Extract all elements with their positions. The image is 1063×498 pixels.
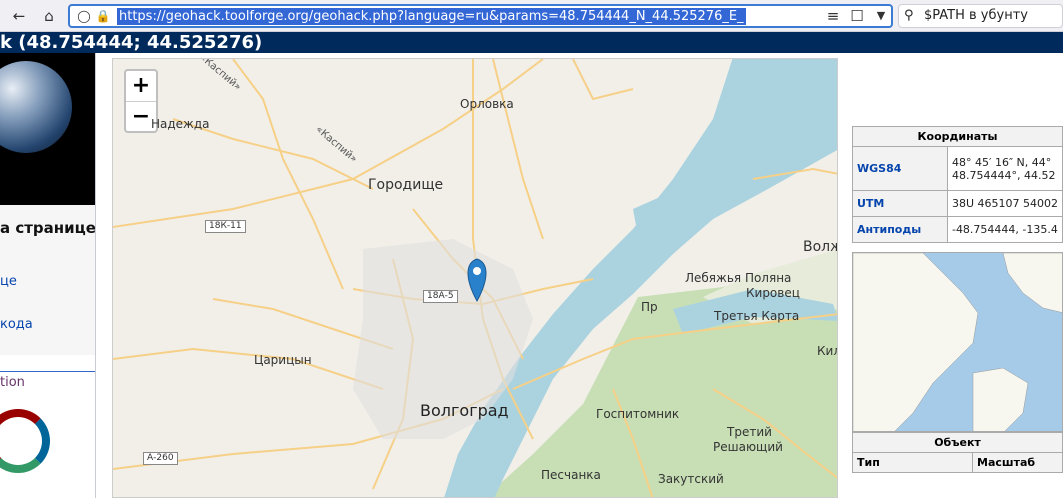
sidebar-link-3[interactable]: tion [0, 375, 25, 390]
divider [0, 371, 95, 372]
coordinates-table: Координаты WGS84 48° 45′ 16″ N, 44° 48.7… [852, 126, 1063, 243]
utm-value: 38U 465107 54002 [946, 190, 1063, 217]
world-map-image [852, 252, 1063, 432]
map-label-tretya-karta: Третья Карта [714, 309, 800, 323]
object-scale-header: Масштаб [972, 452, 1063, 473]
map-label-lebyazhya: Лебяжья Поляна [685, 271, 792, 285]
object-type-header: Тип [852, 452, 973, 473]
url-bar[interactable]: ◯ 🔒 https://geohack.toolforge.org/geohac… [68, 4, 893, 28]
wgs84-decimal: 48.754444°, 44.52 [951, 168, 1056, 182]
map-label-tsaritsyn: Царицын [254, 353, 312, 367]
search-box[interactable]: ⚲ $PATH в убунту [898, 4, 1063, 28]
sidebar-heading: а странице [0, 219, 96, 237]
search-text: $PATH в убунту [924, 8, 1028, 23]
shield-icon[interactable]: ◯ [75, 7, 93, 25]
map-label-gorodishche: Городище [368, 177, 444, 193]
object-table: Объект Тип Масштаб [852, 432, 1063, 473]
map-label-peschanka: Песчанка [541, 468, 601, 482]
coordinates-header: Координаты [852, 126, 1063, 147]
wgs84-value: 48° 45′ 16″ N, 44° 48.754444°, 44.52 [946, 146, 1063, 191]
home-icon[interactable]: ⌂ [40, 7, 58, 25]
map-label-gospitomnik: Госпитомник [596, 407, 680, 421]
map-label-reshayushchiy: Решающий [713, 440, 783, 454]
reader-icon[interactable]: ≡ [824, 7, 842, 25]
map-label-orlovka: Орловка [460, 97, 514, 111]
map-label-nadezhda: Надежда [151, 117, 210, 131]
wgs84-label[interactable]: WGS84 [852, 146, 948, 191]
url-text[interactable]: https://geohack.toolforge.org/geohack.ph… [117, 8, 746, 25]
road-shield-2: 18А-5 [423, 290, 458, 303]
bookmark-icon[interactable]: ☐ [848, 7, 866, 25]
map-label-volzh: Волж [803, 239, 837, 255]
antipodes-value[interactable]: -48.754444, -135.4 [946, 216, 1063, 243]
wgs84-dms: 48° 45′ 16″ N, 44° [951, 155, 1052, 169]
search-icon: ⚲ [904, 8, 914, 23]
map-label-tretiy: Третий [727, 425, 772, 439]
map-label-pr: Пр [641, 300, 658, 314]
sidebar-link-2[interactable]: кода [0, 317, 33, 332]
antipodes-label[interactable]: Антиподы [852, 216, 948, 243]
road-shield-3: А-260 [143, 452, 178, 465]
wikimedia-logo [0, 409, 50, 473]
page-title: k (48.754444; 44.525276) [0, 32, 1063, 53]
map-label-zakutskiy: Закутский [658, 472, 724, 486]
map-label-volgograd: Волгоград [420, 401, 509, 420]
sidebar-link-1[interactable]: це [0, 274, 17, 289]
map-view[interactable]: + − Орловка Надежда Городище Царицын Вол… [112, 58, 838, 498]
back-arrow-icon[interactable]: ← [10, 7, 28, 25]
map-label-kirovets: Кировец [746, 286, 800, 300]
object-header: Объект [852, 432, 1063, 453]
map-label-kil: Кил [817, 344, 837, 358]
utm-label[interactable]: UTM [852, 190, 948, 217]
chevron-down-icon[interactable]: ▼ [872, 7, 890, 25]
island [633, 89, 713, 139]
lock-icon[interactable]: 🔒 [94, 7, 112, 25]
zoom-in-button[interactable]: + [126, 71, 156, 101]
browser-toolbar: ← ⌂ ◯ 🔒 https://geohack.toolforge.org/ge… [0, 0, 1063, 32]
road-shield-1: 18К-11 [205, 220, 246, 233]
left-sidebar: а странице це кода tion [0, 53, 96, 498]
